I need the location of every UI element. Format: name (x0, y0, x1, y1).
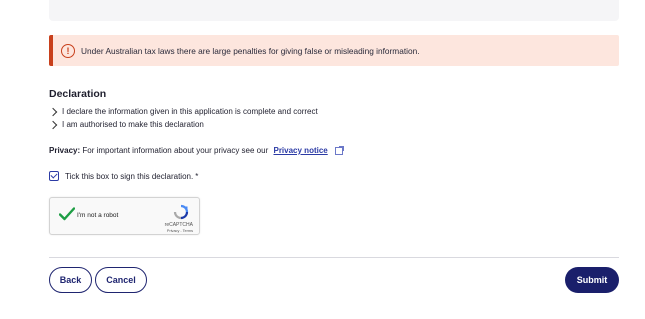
declaration-item-text: I declare the information given in this … (62, 107, 318, 116)
declaration-heading: Declaration (49, 88, 107, 100)
privacy-statement: Privacy: For important information about… (49, 145, 344, 155)
sign-declaration-row: Tick this box to sign this declaration. … (49, 171, 198, 181)
sign-declaration-label: Tick this box to sign this declaration. (65, 171, 194, 181)
declaration-list: I declare the information given in this … (48, 105, 318, 131)
exclamation-circle-icon: ! (61, 43, 75, 58)
checkmark-icon (50, 171, 58, 179)
privacy-text: For important information about your pri… (82, 146, 269, 155)
chevron-right-icon (48, 120, 58, 129)
cancel-button[interactable]: Cancel (95, 267, 147, 293)
submit-button[interactable]: Submit (565, 267, 619, 293)
privacy-label: Privacy: (49, 146, 81, 155)
previous-section-panel (49, 0, 619, 21)
recaptcha-logo-icon (173, 204, 189, 220)
recaptcha-brand: reCAPTCHA (164, 222, 193, 228)
list-item: I declare the information given in this … (48, 105, 318, 118)
recaptcha-widget[interactable]: I'm not a robot reCAPTCHA Privacy - Term… (49, 197, 200, 235)
sign-declaration-checkbox[interactable] (49, 171, 59, 181)
chevron-right-icon (48, 107, 58, 116)
recaptcha-terms-links[interactable]: Privacy - Terms (167, 229, 193, 233)
required-marker: * (195, 171, 199, 181)
warning-alert-text: Under Australian tax laws there are larg… (81, 45, 420, 56)
green-checkmark-icon[interactable] (59, 207, 75, 221)
actions-divider (49, 257, 619, 258)
list-item: I am authorised to make this declaration (48, 118, 318, 131)
privacy-notice-link[interactable]: Privacy notice (273, 146, 327, 155)
declaration-item-text: I am authorised to make this declaration (62, 120, 204, 129)
external-link-icon (334, 145, 344, 155)
warning-alert: ! Under Australian tax laws there are la… (49, 35, 619, 66)
recaptcha-label: I'm not a robot (77, 212, 119, 219)
back-button[interactable]: Back (49, 267, 92, 293)
